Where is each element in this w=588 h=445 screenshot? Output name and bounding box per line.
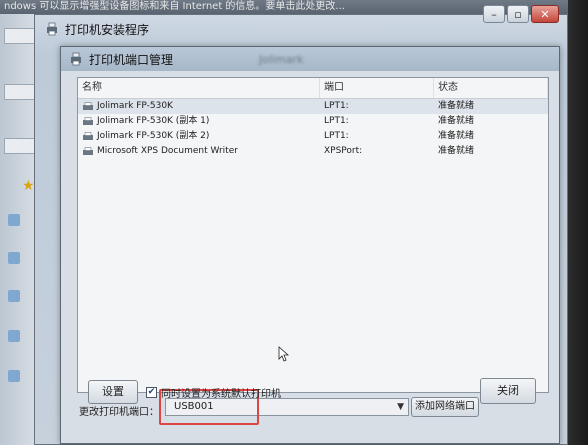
printer-port: LPT1: xyxy=(324,131,349,141)
port-manager-titlebar: 打印机端口管理 Jolimark xyxy=(61,47,559,71)
background-toolbar-strip xyxy=(4,84,36,100)
printer-icon xyxy=(83,146,93,155)
printer-name: Jolimark FP-530K (副本 2) xyxy=(97,131,210,141)
printer-row[interactable]: Microsoft XPS Document Writer XPSPort: 准… xyxy=(78,144,548,159)
printer-icon xyxy=(83,116,93,125)
column-header-status[interactable]: 状态 xyxy=(434,78,548,98)
settings-button[interactable]: 设置 xyxy=(88,380,138,404)
device-icon xyxy=(8,252,20,264)
background-toolbar-strip xyxy=(4,28,36,44)
blurred-title-suffix: Jolimark xyxy=(259,52,304,66)
printer-name: Microsoft XPS Document Writer xyxy=(97,146,238,156)
printer-icon xyxy=(83,101,93,110)
device-icon xyxy=(8,370,20,382)
device-icon xyxy=(8,330,20,342)
printer-status: 准备就绪 xyxy=(438,116,475,126)
add-network-port-button[interactable]: 添加网络端口 xyxy=(411,397,479,417)
background-tab-strip xyxy=(4,138,36,154)
window-controls: – ▫ ✕ xyxy=(483,5,559,23)
change-port-label: 更改打印机端口： xyxy=(79,407,159,418)
printer-status: 准备就绪 xyxy=(438,131,475,141)
printer-port: LPT1: xyxy=(324,101,349,111)
chevron-down-icon[interactable]: ▼ xyxy=(397,399,404,415)
printer-status: 准备就绪 xyxy=(438,146,475,156)
default-printer-label: 同时设置为系统默认打印机 xyxy=(161,389,281,400)
printer-icon xyxy=(83,131,93,140)
device-icon xyxy=(8,290,20,302)
printer-row[interactable]: Jolimark FP-530K LPT1: 准备就绪 xyxy=(78,99,548,114)
background-window-left: ★ xyxy=(0,14,38,445)
mouse-cursor-icon xyxy=(278,346,290,362)
printer-row[interactable]: Jolimark FP-530K (副本 2) LPT1: 准备就绪 xyxy=(78,129,548,144)
close-button[interactable]: 关闭 xyxy=(480,378,536,404)
printer-name: Jolimark FP-530K (副本 1) xyxy=(97,116,210,126)
printer-port: XPSPort: xyxy=(324,146,363,156)
minimize-button[interactable]: – xyxy=(483,5,505,23)
device-icon xyxy=(8,214,20,226)
printer-list-header: 名称 端口 状态 xyxy=(78,78,548,99)
installer-title-text: 打印机安装程序 xyxy=(65,22,150,37)
default-printer-checkbox-row[interactable]: ✔ 同时设置为系统默认打印机 xyxy=(146,385,281,400)
window-close-button[interactable]: ✕ xyxy=(531,5,559,23)
default-printer-checkbox[interactable]: ✔ xyxy=(146,387,157,398)
column-header-port[interactable]: 端口 xyxy=(320,78,434,98)
screen-bezel-right xyxy=(568,0,588,445)
column-header-name[interactable]: 名称 xyxy=(78,78,320,98)
printer-app-icon xyxy=(71,52,81,66)
port-manager-title: 打印机端口管理 xyxy=(89,52,174,67)
printer-port: LPT1: xyxy=(324,116,349,126)
maximize-button[interactable]: ▫ xyxy=(507,5,529,23)
printer-row[interactable]: Jolimark FP-530K (副本 1) LPT1: 准备就绪 xyxy=(78,114,548,129)
printer-list[interactable]: 名称 端口 状态 Jolimark FP-530K LPT1: 准备就绪 Jol… xyxy=(77,77,549,393)
printer-status: 准备就绪 xyxy=(438,101,475,111)
installer-title: 打印机安装程序 xyxy=(45,21,149,37)
printer-name: Jolimark FP-530K xyxy=(97,101,173,111)
printer-app-icon xyxy=(47,22,57,36)
